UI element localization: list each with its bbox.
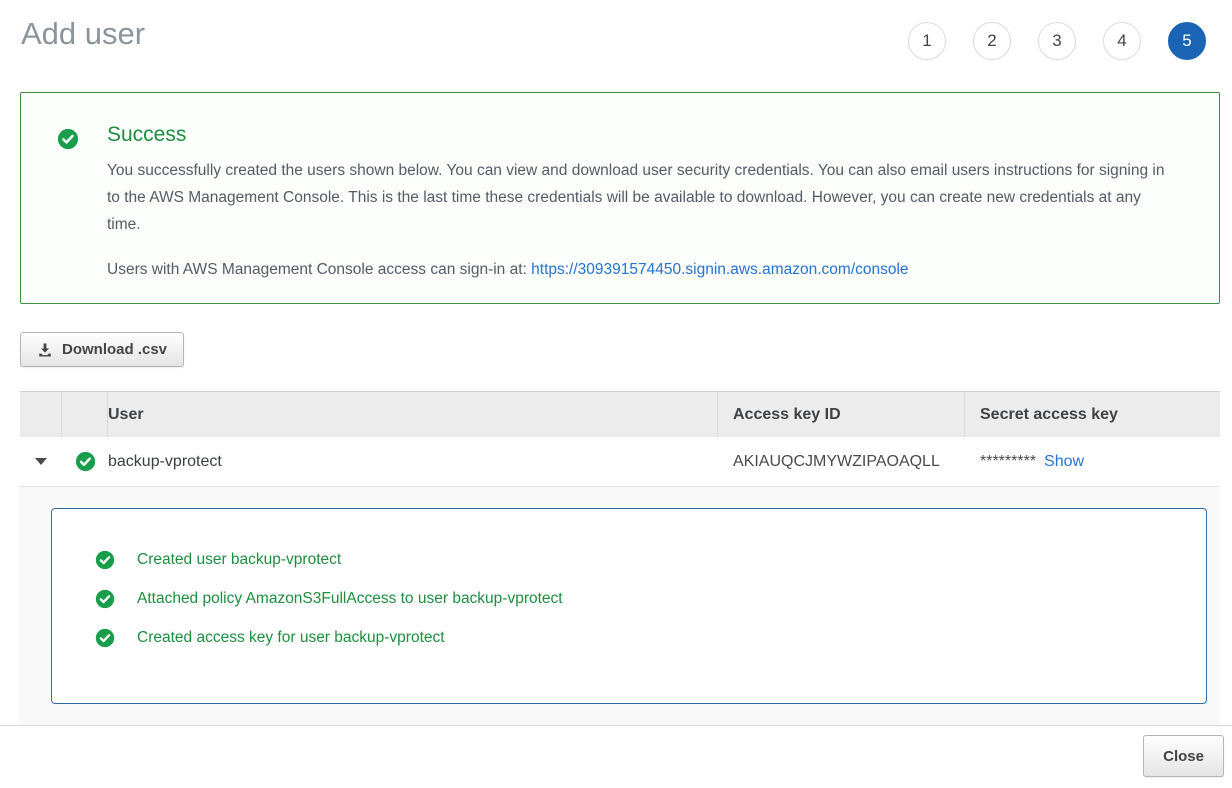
log-check-icon <box>95 589 115 609</box>
signin-line: Users with AWS Management Console access… <box>107 261 1177 279</box>
log-check-icon <box>95 550 115 570</box>
log-item-text: Created access key for user backup-vprot… <box>137 629 445 647</box>
download-csv-button[interactable]: Download .csv <box>20 332 184 367</box>
log-item-created-access-key: Created access key for user backup-vprot… <box>95 628 1206 648</box>
signin-url-link[interactable]: https://309391574450.signin.aws.amazon.c… <box>531 261 908 278</box>
success-alert: Success You successfully created the use… <box>20 92 1220 304</box>
log-item-created-user: Created user backup-vprotect <box>95 550 1206 570</box>
row-detail-panel: Created user backup-vprotect Attached po… <box>19 486 1220 725</box>
download-label: Download .csv <box>62 341 167 358</box>
step-5-active: 5 <box>1168 22 1206 60</box>
creation-log-box: Created user backup-vprotect Attached po… <box>51 508 1207 704</box>
user-name-cell: backup-vprotect <box>108 453 718 471</box>
success-message: You successfully created the users shown… <box>107 157 1177 238</box>
signin-prefix: Users with AWS Management Console access… <box>107 261 531 278</box>
status-column-header <box>62 392 108 437</box>
wizard-steps: 1 2 3 4 5 <box>908 22 1206 60</box>
expand-row-cell <box>20 458 62 465</box>
log-item-attached-policy: Attached policy AmazonS3FullAccess to us… <box>95 589 1206 609</box>
step-4: 4 <box>1103 22 1141 60</box>
success-heading: Success <box>107 123 1177 147</box>
collapse-caret-icon[interactable] <box>35 458 47 465</box>
row-success-check-icon <box>75 451 96 472</box>
success-check-icon <box>57 128 79 150</box>
row-status-cell <box>62 451 108 472</box>
log-check-icon <box>95 628 115 648</box>
masked-secret: ********* <box>980 453 1036 471</box>
table-header-row: User Access key ID Secret access key <box>20 391 1220 437</box>
step-1: 1 <box>908 22 946 60</box>
download-icon <box>37 342 53 358</box>
step-2: 2 <box>973 22 1011 60</box>
log-item-text: Created user backup-vprotect <box>137 551 341 569</box>
access-key-column-header: Access key ID <box>718 392 965 437</box>
expand-column-header <box>20 392 62 437</box>
step-3: 3 <box>1038 22 1076 60</box>
access-key-id-cell: AKIAUQCJMYWZIPAOAQLL <box>718 453 965 471</box>
secret-access-key-cell: ********* Show <box>965 453 1220 471</box>
user-column-header: User <box>108 392 718 437</box>
secret-key-column-header: Secret access key <box>965 392 1220 437</box>
created-users-table: User Access key ID Secret access key bac… <box>20 391 1220 486</box>
show-secret-link[interactable]: Show <box>1044 453 1084 471</box>
log-item-text: Attached policy AmazonS3FullAccess to us… <box>137 590 563 608</box>
table-row: backup-vprotect AKIAUQCJMYWZIPAOAQLL ***… <box>20 437 1220 486</box>
footer: Close <box>0 726 1232 777</box>
close-button[interactable]: Close <box>1143 735 1224 777</box>
page-header: Add user 1 2 3 4 5 <box>0 0 1232 92</box>
success-content: Success You successfully created the use… <box>107 123 1177 279</box>
